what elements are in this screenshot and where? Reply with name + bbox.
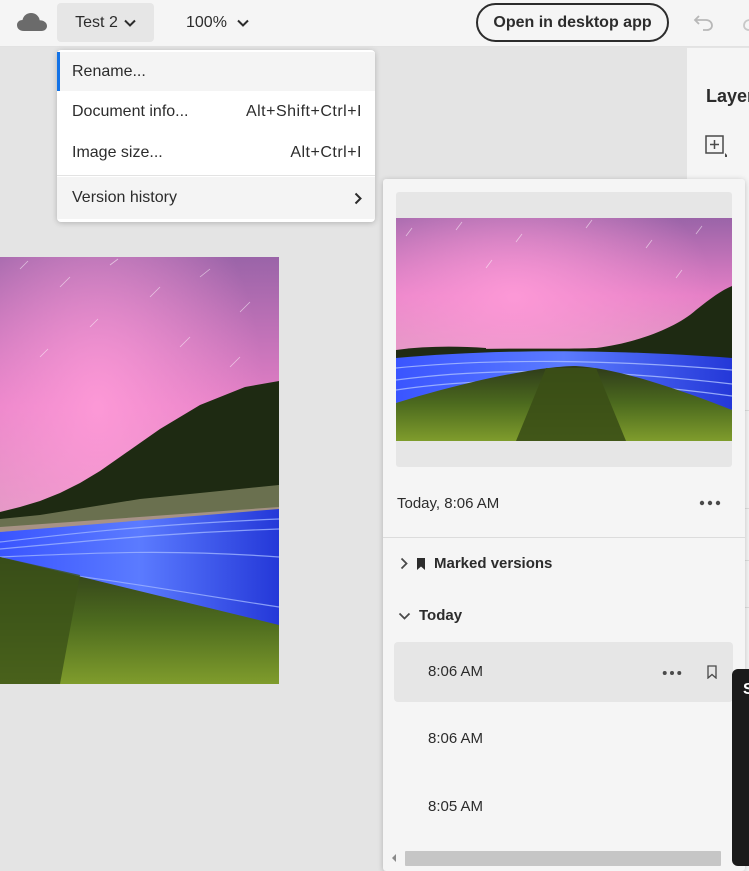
layers-panel-title: Layer	[706, 86, 749, 106]
scroll-left-arrow-icon[interactable]	[390, 853, 398, 863]
version-time: 8:06 AM	[428, 730, 484, 747]
version-item[interactable]: 8:05 AM	[394, 777, 733, 837]
zoom-dropdown[interactable]: 100%	[186, 3, 249, 42]
more-icon[interactable]	[662, 670, 682, 676]
menu-item-label: Rename...	[72, 62, 146, 80]
bookmark-icon	[417, 557, 425, 570]
version-item[interactable]: 8:06 AM	[394, 709, 733, 769]
chevron-down-icon	[237, 19, 249, 27]
marked-versions-label: Marked versions	[434, 555, 553, 572]
version-item[interactable]: 8:06 AM	[394, 642, 733, 702]
open-in-desktop-button[interactable]: Open in desktop app	[476, 3, 669, 42]
menu-item-version-history[interactable]: Version history	[57, 177, 375, 219]
top-bar: Test 2 100% Open in desktop app	[0, 0, 749, 47]
menu-item-shortcut: Alt+Shift+Ctrl+I	[245, 102, 362, 120]
version-preview-image	[396, 218, 732, 441]
more-icon[interactable]	[699, 500, 721, 506]
version-time: 8:05 AM	[428, 798, 484, 815]
chevron-right-icon	[354, 192, 362, 204]
document-menu: Rename... Document info... Alt+Shift+Ctr…	[57, 50, 375, 222]
redo-icon[interactable]	[740, 12, 749, 32]
menu-item-shortcut: Alt+Ctrl+I	[290, 143, 362, 161]
horizontal-scrollbar[interactable]	[388, 848, 740, 868]
bookmark-icon[interactable]	[707, 665, 717, 679]
today-section[interactable]: Today	[398, 607, 462, 624]
zoom-value: 100%	[186, 13, 227, 31]
tooltip-initial: S	[743, 681, 749, 698]
tooltip-popover: S	[732, 669, 749, 866]
version-time: 8:06 AM	[428, 663, 484, 680]
marked-versions-section[interactable]: Marked versions	[400, 555, 552, 572]
today-label: Today	[419, 607, 463, 624]
menu-divider	[57, 175, 375, 176]
version-preview	[396, 192, 732, 467]
menu-item-image-size[interactable]: Image size... Alt+Ctrl+I	[57, 132, 375, 173]
divider	[383, 537, 745, 538]
current-version-timestamp: Today, 8:06 AM	[397, 495, 500, 512]
document-name: Test 2	[75, 13, 118, 31]
canvas-image[interactable]	[0, 257, 279, 684]
menu-item-label: Version history	[72, 189, 177, 206]
undo-icon[interactable]	[693, 12, 715, 32]
chevron-down-icon	[124, 19, 136, 27]
scrollbar-thumb[interactable]	[405, 851, 721, 866]
version-history-panel: Today, 8:06 AM Marked versions Today 8:0…	[383, 179, 745, 871]
chevron-down-icon	[398, 612, 411, 620]
canvas-photo	[0, 257, 279, 684]
menu-item-label: Document info...	[72, 102, 189, 120]
menu-item-label: Image size...	[72, 143, 163, 161]
menu-item-rename[interactable]: Rename...	[57, 52, 375, 91]
chevron-right-icon	[400, 557, 408, 570]
document-name-dropdown[interactable]: Test 2	[57, 3, 154, 42]
menu-item-document-info[interactable]: Document info... Alt+Shift+Ctrl+I	[57, 91, 375, 132]
add-layer-icon[interactable]	[704, 134, 728, 158]
cloud-icon[interactable]	[16, 11, 48, 33]
